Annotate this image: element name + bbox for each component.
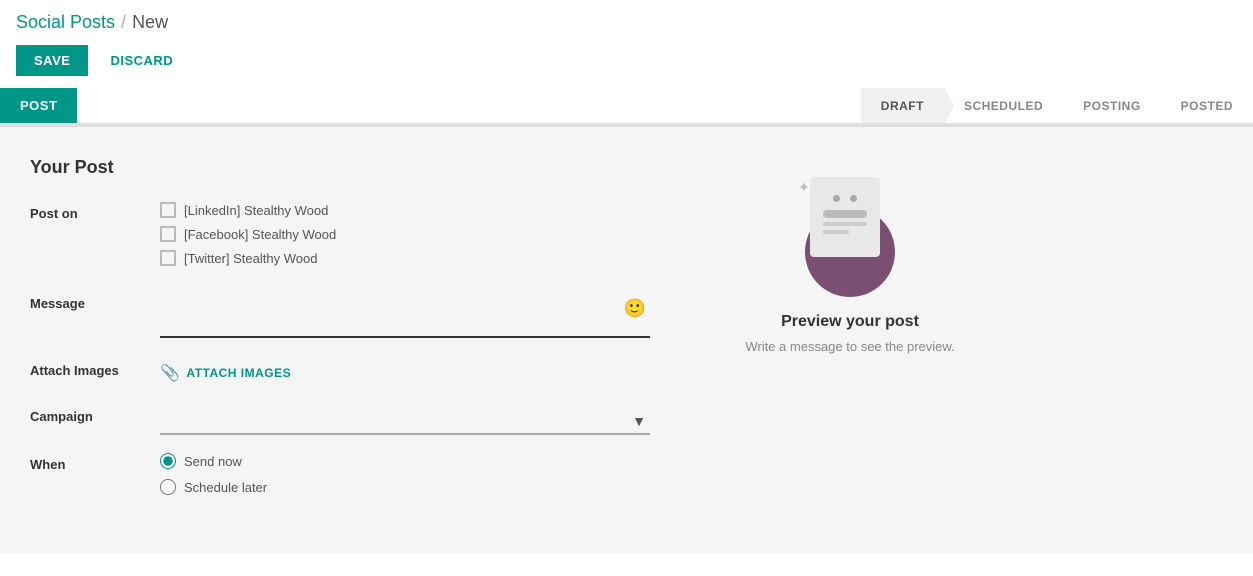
linkedin-checkbox[interactable]	[160, 202, 176, 218]
breadcrumb-current: New	[132, 12, 168, 33]
post-on-fields: [LinkedIn] Stealthy Wood [Facebook] Stea…	[160, 202, 650, 274]
campaign-select[interactable]	[160, 405, 650, 435]
preview-line-2	[823, 230, 849, 234]
tab-scheduled[interactable]: SCHEDULED	[944, 88, 1063, 123]
campaign-label: Campaign	[30, 405, 160, 435]
campaign-row: Campaign ▼	[30, 405, 650, 435]
linkedin-label: [LinkedIn] Stealthy Wood	[184, 203, 328, 218]
preview-doc	[810, 177, 880, 257]
preview-doc-eyes	[833, 195, 857, 202]
when-fields: Send now Schedule later	[160, 453, 650, 505]
action-bar: SAVE DISCARD	[16, 45, 1237, 76]
twitter-label: [Twitter] Stealthy Wood	[184, 251, 317, 266]
campaign-select-wrapper: ▼	[160, 405, 650, 435]
tab-posted[interactable]: POSTED	[1161, 88, 1253, 123]
preview-icon-wrapper: ✦	[790, 177, 910, 297]
tab-post[interactable]: POST	[0, 88, 77, 123]
breadcrumb-separator: /	[121, 12, 126, 33]
platform-linkedin[interactable]: [LinkedIn] Stealthy Wood	[160, 202, 650, 218]
save-button[interactable]: SAVE	[16, 45, 88, 76]
facebook-label: [Facebook] Stealthy Wood	[184, 227, 336, 242]
attach-images-fields: 📎 ATTACH IMAGES	[160, 359, 650, 387]
send-now-option[interactable]: Send now	[160, 453, 650, 469]
preview-section: ✦ Preview your post	[690, 157, 1010, 523]
twitter-checkbox[interactable]	[160, 250, 176, 266]
send-now-radio[interactable]	[160, 453, 176, 469]
when-row: When Send now Schedule later	[30, 453, 650, 505]
message-row: Message 🙂	[30, 292, 650, 341]
tab-status-bar: DRAFT SCHEDULED POSTING POSTED	[861, 88, 1253, 123]
form-section: Your Post Post on [LinkedIn] Stealthy Wo…	[30, 157, 650, 523]
preview-smile	[823, 210, 867, 218]
schedule-later-label: Schedule later	[184, 480, 267, 495]
attach-images-button[interactable]: 📎 ATTACH IMAGES	[160, 359, 650, 387]
platform-facebook[interactable]: [Facebook] Stealthy Wood	[160, 226, 650, 242]
attach-images-row: Attach Images 📎 ATTACH IMAGES	[30, 359, 650, 387]
tab-draft[interactable]: DRAFT	[861, 88, 944, 123]
send-now-label: Send now	[184, 454, 242, 469]
message-fields: 🙂	[160, 292, 650, 341]
emoji-icon[interactable]: 🙂	[624, 298, 646, 319]
attach-images-label: Attach Images	[30, 359, 160, 387]
breadcrumb-parent[interactable]: Social Posts	[16, 12, 115, 33]
main-content: Your Post Post on [LinkedIn] Stealthy Wo…	[0, 126, 1253, 553]
preview-line-1	[823, 222, 867, 226]
post-on-row: Post on [LinkedIn] Stealthy Wood [Facebo…	[30, 202, 650, 274]
section-title: Your Post	[30, 157, 650, 178]
attach-btn-label: ATTACH IMAGES	[186, 366, 291, 380]
schedule-later-option[interactable]: Schedule later	[160, 479, 650, 495]
platform-twitter[interactable]: [Twitter] Stealthy Wood	[160, 250, 650, 266]
preview-subtitle: Write a message to see the preview.	[745, 339, 954, 354]
attach-icon: 📎	[160, 363, 180, 383]
preview-eye-right	[850, 195, 857, 202]
message-label: Message	[30, 292, 160, 341]
schedule-later-radio[interactable]	[160, 479, 176, 495]
discard-button[interactable]: DISCARD	[96, 45, 187, 76]
preview-title: Preview your post	[781, 313, 919, 331]
preview-doc-lines	[823, 222, 867, 234]
sparkle-icon: ✦	[798, 179, 810, 196]
when-label: When	[30, 453, 160, 505]
message-input[interactable]	[160, 292, 650, 338]
breadcrumb: Social Posts / New	[16, 12, 1237, 33]
tab-posting[interactable]: POSTING	[1063, 88, 1161, 123]
campaign-fields: ▼	[160, 405, 650, 435]
preview-illustration: ✦	[790, 177, 910, 297]
facebook-checkbox[interactable]	[160, 226, 176, 242]
post-on-label: Post on	[30, 202, 160, 274]
tab-bar: POST DRAFT SCHEDULED POSTING POSTED	[0, 88, 1253, 125]
message-input-wrapper: 🙂	[160, 292, 650, 341]
preview-eye-left	[833, 195, 840, 202]
content-wrapper: Your Post Post on [LinkedIn] Stealthy Wo…	[30, 157, 1223, 523]
